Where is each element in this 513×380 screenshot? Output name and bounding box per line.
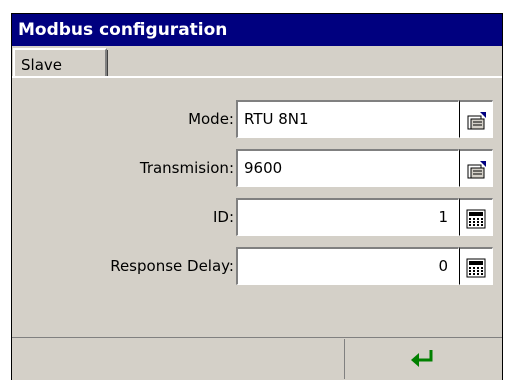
id-label: ID:: [212, 208, 234, 226]
modbus-config-window: Modbus configuration Slave Mode: RTU 8N1: [11, 13, 503, 380]
id-field[interactable]: 1: [236, 198, 459, 236]
mode-select-button[interactable]: [459, 100, 493, 138]
mode-value: RTU 8N1: [244, 110, 309, 128]
transmision-field[interactable]: 9600: [236, 149, 459, 187]
tab-slave-label: Slave: [21, 56, 62, 74]
transmision-row: Transmision: 9600: [12, 149, 502, 187]
transmision-value: 9600: [244, 159, 283, 177]
keypad-icon: [466, 258, 486, 278]
enter-button[interactable]: [344, 339, 500, 379]
select-list-icon: [467, 161, 486, 179]
response-delay-label: Response Delay:: [110, 257, 234, 275]
mode-field[interactable]: RTU 8N1: [236, 100, 459, 138]
bottom-toolbar: [12, 337, 502, 380]
keypad-icon: [466, 209, 486, 229]
mode-row: Mode: RTU 8N1: [12, 100, 502, 138]
mode-label: Mode:: [188, 110, 234, 128]
response-delay-row: Response Delay: 0: [12, 247, 502, 285]
id-keypad-button[interactable]: [459, 198, 493, 236]
slave-panel: Mode: RTU 8N1 Transmision: 9600 ID: 1 Re…: [12, 76, 502, 350]
enter-arrow-icon: [411, 350, 433, 367]
response-delay-value: 0: [438, 257, 448, 275]
id-row: ID: 1: [12, 198, 502, 236]
select-list-icon: [467, 112, 486, 130]
transmision-select-button[interactable]: [459, 149, 493, 187]
response-delay-keypad-button[interactable]: [459, 247, 493, 285]
transmision-label: Transmision:: [139, 159, 234, 177]
window-title: Modbus configuration: [12, 14, 502, 46]
id-value: 1: [438, 208, 448, 226]
response-delay-field[interactable]: 0: [236, 247, 459, 285]
